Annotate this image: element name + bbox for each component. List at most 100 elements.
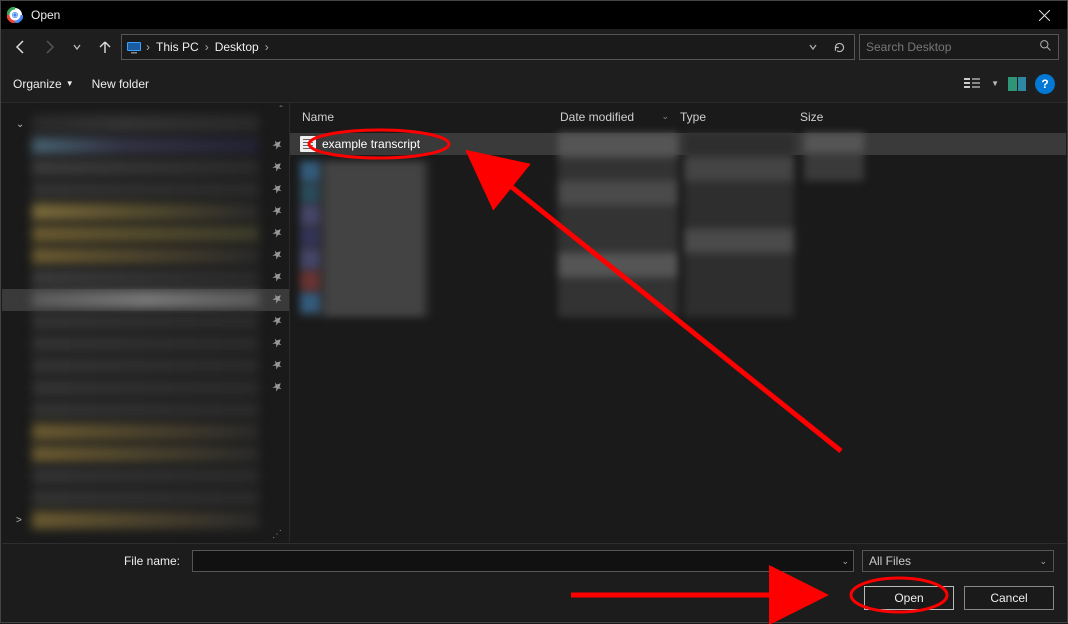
- chevron-down-icon[interactable]: ⌄: [841, 556, 849, 567]
- sidebar-item[interactable]: [2, 465, 289, 487]
- filename-input[interactable]: ⌄: [192, 550, 854, 572]
- sidebar-item-redacted: [32, 313, 259, 331]
- col-date-modified[interactable]: Date modified ⌄: [554, 110, 674, 124]
- redacted-content: [300, 161, 430, 317]
- main-area: ˆ ⌄> ⋰ Name Date modified ⌄ Type Size ex…: [2, 103, 1066, 542]
- sidebar-item-redacted: [32, 423, 259, 441]
- forward-button[interactable]: [37, 35, 61, 59]
- scroll-down-icon[interactable]: ⋰: [271, 529, 283, 540]
- pc-icon: [126, 39, 142, 55]
- toolbar: Organize ▼ New folder ▼ ?: [1, 65, 1067, 103]
- expand-icon[interactable]: ⌄: [16, 119, 28, 130]
- sidebar-item-redacted: [32, 357, 259, 375]
- column-headers[interactable]: Name Date modified ⌄ Type Size: [290, 103, 1066, 131]
- chevron-down-icon: ⌄: [1039, 556, 1047, 567]
- sidebar-item[interactable]: [2, 333, 289, 355]
- filter-label: All Files: [869, 554, 911, 568]
- help-button[interactable]: ?: [1035, 74, 1055, 94]
- sidebar-item-redacted: [32, 489, 259, 507]
- filename-label: File name:: [14, 554, 184, 568]
- file-type-filter[interactable]: All Files ⌄: [862, 550, 1054, 572]
- chevron-down-icon: ⌄: [661, 111, 669, 122]
- sidebar-item[interactable]: [2, 179, 289, 201]
- open-label: Open: [894, 591, 923, 605]
- sidebar-item-redacted: [32, 225, 259, 243]
- sidebar-item[interactable]: [2, 157, 289, 179]
- address-dropdown[interactable]: [802, 36, 824, 58]
- sidebar-item[interactable]: [2, 443, 289, 465]
- footer: File name: ⌄ All Files ⌄ Open Cancel: [2, 543, 1066, 621]
- sidebar-item[interactable]: [2, 267, 289, 289]
- pin-icon: [272, 227, 283, 241]
- sidebar-item-redacted: [32, 159, 259, 177]
- titlebar: Open: [1, 1, 1067, 29]
- up-button[interactable]: [93, 35, 117, 59]
- expand-icon[interactable]: >: [16, 515, 28, 526]
- sidebar-item[interactable]: [2, 245, 289, 267]
- search-placeholder: Search Desktop: [866, 40, 1039, 54]
- pin-icon: [272, 315, 283, 329]
- organize-button[interactable]: Organize ▼: [13, 77, 74, 91]
- sidebar-item[interactable]: [2, 289, 289, 311]
- pin-icon: [272, 139, 283, 153]
- file-row-selected[interactable]: example transcript: [290, 133, 1066, 155]
- pin-icon: [272, 271, 283, 285]
- sidebar-item[interactable]: >: [2, 509, 289, 531]
- open-button[interactable]: Open: [864, 586, 954, 610]
- cancel-button[interactable]: Cancel: [964, 586, 1054, 610]
- back-button[interactable]: [9, 35, 33, 59]
- pin-icon: [272, 249, 283, 263]
- sidebar-item[interactable]: [2, 311, 289, 333]
- pin-icon: [272, 381, 283, 395]
- refresh-button[interactable]: [828, 36, 850, 58]
- pin-icon: [272, 205, 283, 219]
- sidebar-item[interactable]: [2, 487, 289, 509]
- sidebar-item[interactable]: [2, 421, 289, 443]
- sidebar-item-redacted: [32, 181, 259, 199]
- pin-icon: [272, 161, 283, 175]
- recent-dropdown[interactable]: [65, 35, 89, 59]
- col-type[interactable]: Type: [674, 110, 794, 124]
- view-controls: ▼ ?: [963, 74, 1055, 94]
- sidebar-item-redacted: [32, 137, 259, 155]
- col-name[interactable]: Name: [296, 110, 554, 124]
- sidebar-item[interactable]: [2, 377, 289, 399]
- sidebar-item-redacted: [32, 269, 259, 287]
- navigation-pane[interactable]: ˆ ⌄> ⋰: [2, 103, 290, 542]
- breadcrumb-leaf[interactable]: Desktop: [213, 40, 261, 54]
- sidebar-item[interactable]: ⌄: [2, 113, 289, 135]
- address-bar[interactable]: › This PC › Desktop ›: [121, 34, 855, 60]
- sidebar-item-redacted: [32, 115, 259, 133]
- sidebar-item[interactable]: [2, 399, 289, 421]
- sidebar-item-redacted: [32, 401, 259, 419]
- search-input[interactable]: Search Desktop: [859, 34, 1059, 60]
- text-file-icon: [300, 136, 316, 152]
- search-icon: [1039, 39, 1052, 55]
- redacted-content: [684, 133, 794, 317]
- view-mode-button[interactable]: [963, 74, 983, 94]
- sidebar-item[interactable]: [2, 135, 289, 157]
- pin-icon: [272, 183, 283, 197]
- organize-label: Organize: [13, 77, 62, 91]
- pin-icon: [272, 359, 283, 373]
- chevron-down-icon[interactable]: ▼: [991, 79, 999, 88]
- preview-pane-button[interactable]: [1007, 74, 1027, 94]
- col-size[interactable]: Size: [794, 110, 894, 124]
- redacted-content: [804, 133, 864, 181]
- pin-icon: [272, 293, 283, 307]
- sidebar-item-redacted: [32, 291, 259, 309]
- new-folder-button[interactable]: New folder: [92, 77, 149, 91]
- sidebar-item[interactable]: [2, 223, 289, 245]
- close-button[interactable]: [1021, 1, 1067, 29]
- address-row: › This PC › Desktop › Search Desktop: [1, 29, 1067, 65]
- breadcrumb-sep-icon: ›: [265, 40, 269, 54]
- sidebar-item-redacted: [32, 445, 259, 463]
- new-folder-label: New folder: [92, 77, 149, 91]
- sidebar-item[interactable]: [2, 355, 289, 377]
- chevron-down-icon: ▼: [66, 79, 74, 88]
- sidebar-item-redacted: [32, 511, 259, 529]
- file-list-pane[interactable]: Name Date modified ⌄ Type Size example t…: [290, 103, 1066, 542]
- sidebar-item[interactable]: [2, 201, 289, 223]
- breadcrumb-root[interactable]: This PC: [154, 40, 201, 54]
- dialog-title: Open: [31, 8, 60, 22]
